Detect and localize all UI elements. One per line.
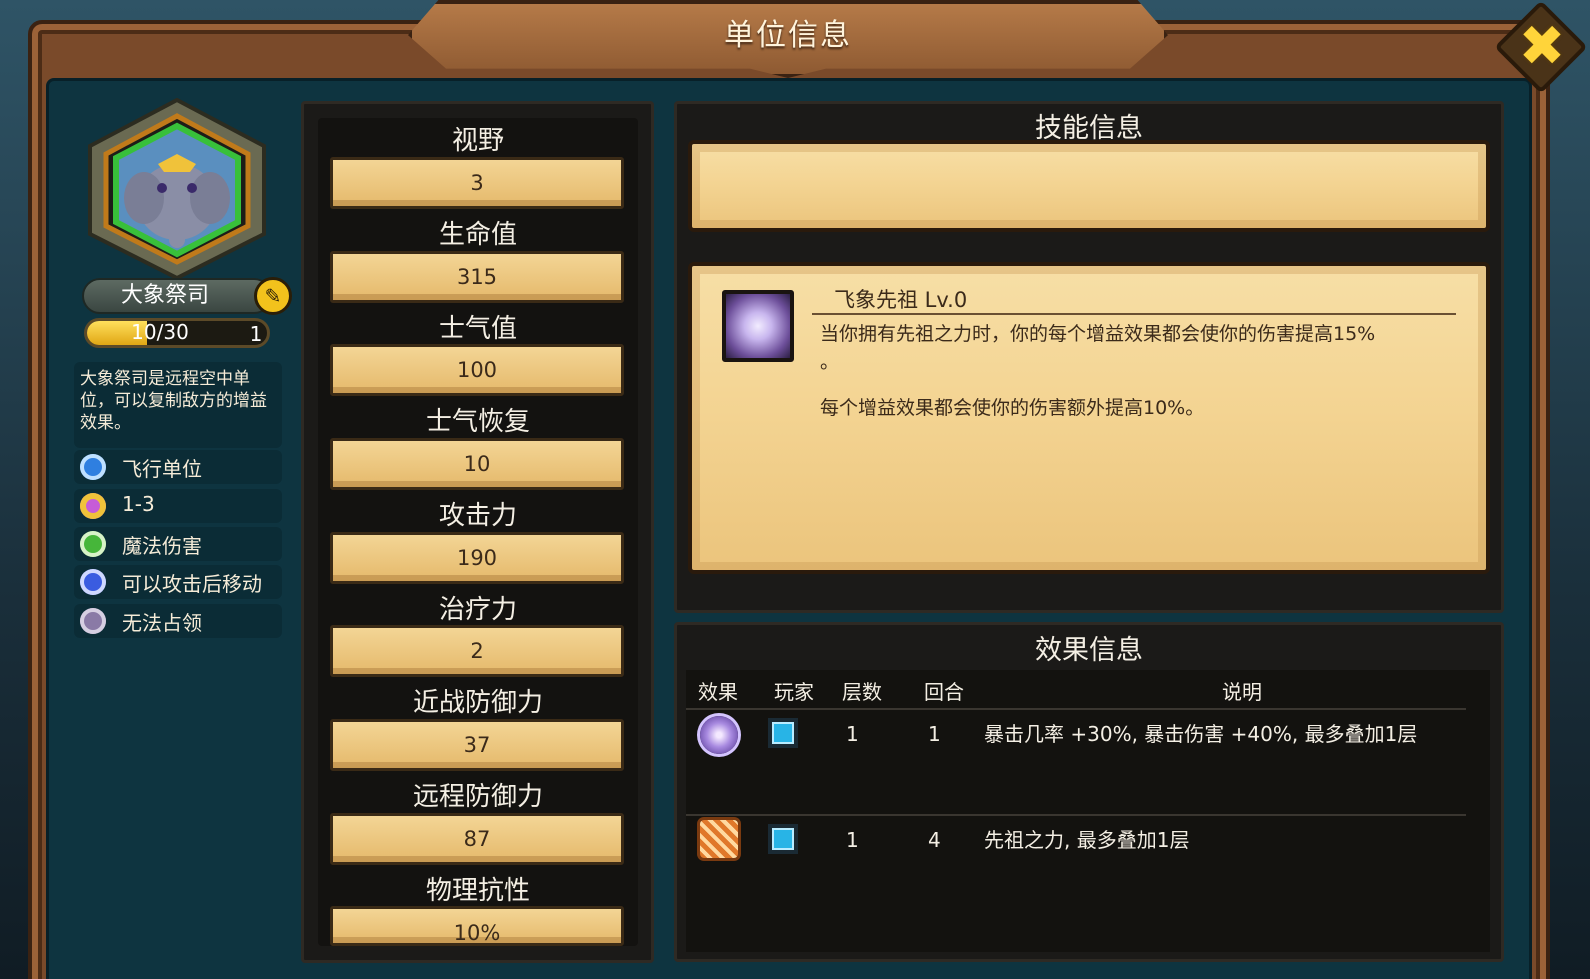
stat-label-ranged-def: 远程防御力 [412,782,543,812]
cannot-capture-icon [80,608,106,634]
trait-label: 魔法伤害 [122,534,202,558]
stat-value-attack: 190 [330,532,624,584]
trait-label: 无法占领 [122,611,202,635]
window-title: 单位信息 [724,18,852,53]
effects-panel-title: 效果信息 [1035,635,1143,666]
crit-swirl-icon[interactable] [700,716,738,754]
stat-label-morale-regen: 士气恢复 [425,407,530,437]
trait-range: 1-3 [74,489,282,523]
skill-divider [812,313,1456,315]
elephant-spirit-icon[interactable] [722,290,794,362]
trait-label: 飞行单位 [122,457,202,481]
xp-text: 10/30 [131,320,189,344]
skill-desc-line: 每个增益效果都会使你的伤害额外提高10%。 [820,397,1205,419]
unit-level: 1 [249,322,263,346]
unit-name: 大象祭司 [82,278,272,314]
effect-rounds: 4 [928,828,941,852]
trait-cannot-capture: 无法占领 [74,604,282,638]
skill-name: 飞象先祖 Lv.0 [834,288,968,312]
stat-value-ranged-def: 87 [330,813,624,865]
header-divider [686,708,1466,710]
effect-description: 先祖之力, 最多叠加1层 [984,828,1190,852]
col-stacks: 层数 [842,680,882,704]
flying-unit-icon [80,454,106,480]
range-icon [80,493,106,519]
skill-description: 当你拥有先祖之力时，你的每个增益效果都会使你的伤害提高15% 。 每个增益效果都… [820,320,1460,422]
stat-value-morale-regen: 10 [330,438,624,490]
effect-stacks: 1 [846,828,859,852]
magic-damage-icon [80,531,106,557]
unit-portrait [88,98,266,280]
skill-desc-line: 。 [820,351,840,373]
stat-label-phys-res: 物理抗性 [425,876,530,906]
stat-label-heal: 治疗力 [438,595,517,625]
col-player: 玩家 [774,680,814,704]
stat-label-melee-def: 近战防御力 [412,688,543,718]
row-divider [686,814,1466,816]
trait-label: 1-3 [122,492,155,516]
stat-label-hp: 生命值 [438,220,517,250]
stat-value-morale: 100 [330,344,624,396]
stat-value-hp: 315 [330,251,624,303]
col-effect: 效果 [698,680,738,704]
player-flag-icon [768,824,798,854]
stat-label-morale: 士气值 [438,314,517,344]
skill-slot-empty [688,140,1490,232]
stat-value-phys-res: 10% [330,906,624,946]
col-description: 说明 [1222,680,1262,704]
stat-label-attack: 攻击力 [438,501,517,531]
close-x-icon[interactable]: ✖ [1512,14,1572,80]
stat-value-melee-def: 37 [330,719,624,771]
trait-flying: 飞行单位 [74,450,282,484]
pencil-icon: ✎ [264,284,282,308]
edit-name-button[interactable]: ✎ [254,277,292,315]
effect-description: 暴击几率 +30%, 暴击伤害 +40%, 最多叠加1层 [984,722,1418,746]
effect-rounds: 1 [928,722,941,746]
stat-value-vision: 3 [330,157,624,209]
ancestor-power-icon[interactable] [700,820,738,858]
trait-magic-damage: 魔法伤害 [74,527,282,561]
effects-table [686,670,1490,952]
move-after-attack-icon [80,569,106,595]
col-rounds: 回合 [924,680,964,704]
stat-value-heal: 2 [330,625,624,677]
trait-label: 可以攻击后移动 [122,572,262,596]
player-flag-icon [768,718,798,748]
stat-label-vision: 视野 [451,126,504,156]
effect-stacks: 1 [846,722,859,746]
unit-description: 大象祭司是远程空中单位，可以复制敌方的增益效果。 [74,362,282,448]
skill-desc-line: 当你拥有先祖之力时，你的每个增益效果都会使你的伤害提高15% [820,323,1376,345]
trait-move-after-attack: 可以攻击后移动 [74,565,282,599]
